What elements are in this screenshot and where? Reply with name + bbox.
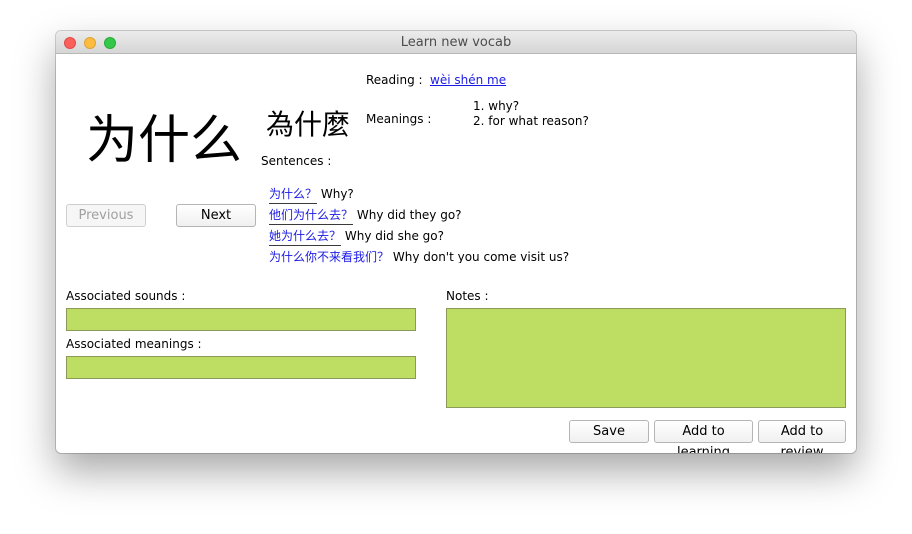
notes-label: Notes : <box>446 289 489 303</box>
associated-sounds-input[interactable] <box>66 308 416 331</box>
save-button[interactable]: Save <box>569 420 649 443</box>
sentence-item: 她为什么去？ Why did she go? <box>269 227 599 248</box>
associated-meanings-label: Associated meanings : <box>66 337 202 351</box>
reading-link[interactable]: wèi shén me <box>430 73 506 87</box>
associated-sounds-label: Associated sounds : <box>66 289 186 303</box>
previous-button[interactable]: Previous <box>66 204 146 227</box>
meanings-list: 1. why? 2. for what reason? <box>473 99 589 129</box>
reading-label: Reading : <box>366 73 423 87</box>
sentence-english: Why don't you come visit us? <box>392 250 570 263</box>
meaning-item: 1. why? <box>473 99 520 113</box>
meanings-label: Meanings : <box>366 112 432 126</box>
sentences-label: Sentences : <box>261 154 332 168</box>
sentence-chinese-link[interactable]: 为什么你不来看我们？ <box>269 248 389 263</box>
add-to-review-button[interactable]: Add to review <box>758 420 846 453</box>
simplified-character: 为什么 <box>86 111 243 171</box>
associated-meanings-input[interactable] <box>66 356 416 379</box>
sentence-item: 他们为什么去？ Why did they go? <box>269 206 599 227</box>
sentence-item: 为什么你不来看我们？ Why don't you come visit us? <box>269 248 599 263</box>
sentence-english: Why did they go? <box>356 208 462 222</box>
vocab-panel: Reading : wèi shén me 为什么 為什麼 Meanings :… <box>56 54 856 453</box>
window-title: Learn new vocab <box>400 35 512 50</box>
sentences-list[interactable]: 为什么？ Why? 他们为什么去？ Why did they go? 她为什么去… <box>269 185 599 263</box>
sentence-chinese-link[interactable]: 为什么？ <box>269 185 318 204</box>
sentence-item: 为什么？ Why? <box>269 185 599 206</box>
meaning-item: 2. for what reason? <box>473 114 589 128</box>
sentence-chinese-link[interactable]: 她为什么去？ <box>269 227 342 246</box>
sentence-english: Why did she go? <box>344 229 444 243</box>
sentence-english: Why? <box>320 187 354 201</box>
traditional-character: 為什麼 <box>266 108 351 141</box>
notes-textarea[interactable] <box>446 308 846 408</box>
title-bar[interactable]: Learn new vocab <box>56 31 856 54</box>
next-button[interactable]: Next <box>176 204 256 227</box>
sentence-chinese-link[interactable]: 他们为什么去？ <box>269 206 354 225</box>
add-to-learning-button[interactable]: Add to learning <box>654 420 753 453</box>
app-window: Learn new vocab Reading : wèi shén me 为什… <box>56 31 856 453</box>
